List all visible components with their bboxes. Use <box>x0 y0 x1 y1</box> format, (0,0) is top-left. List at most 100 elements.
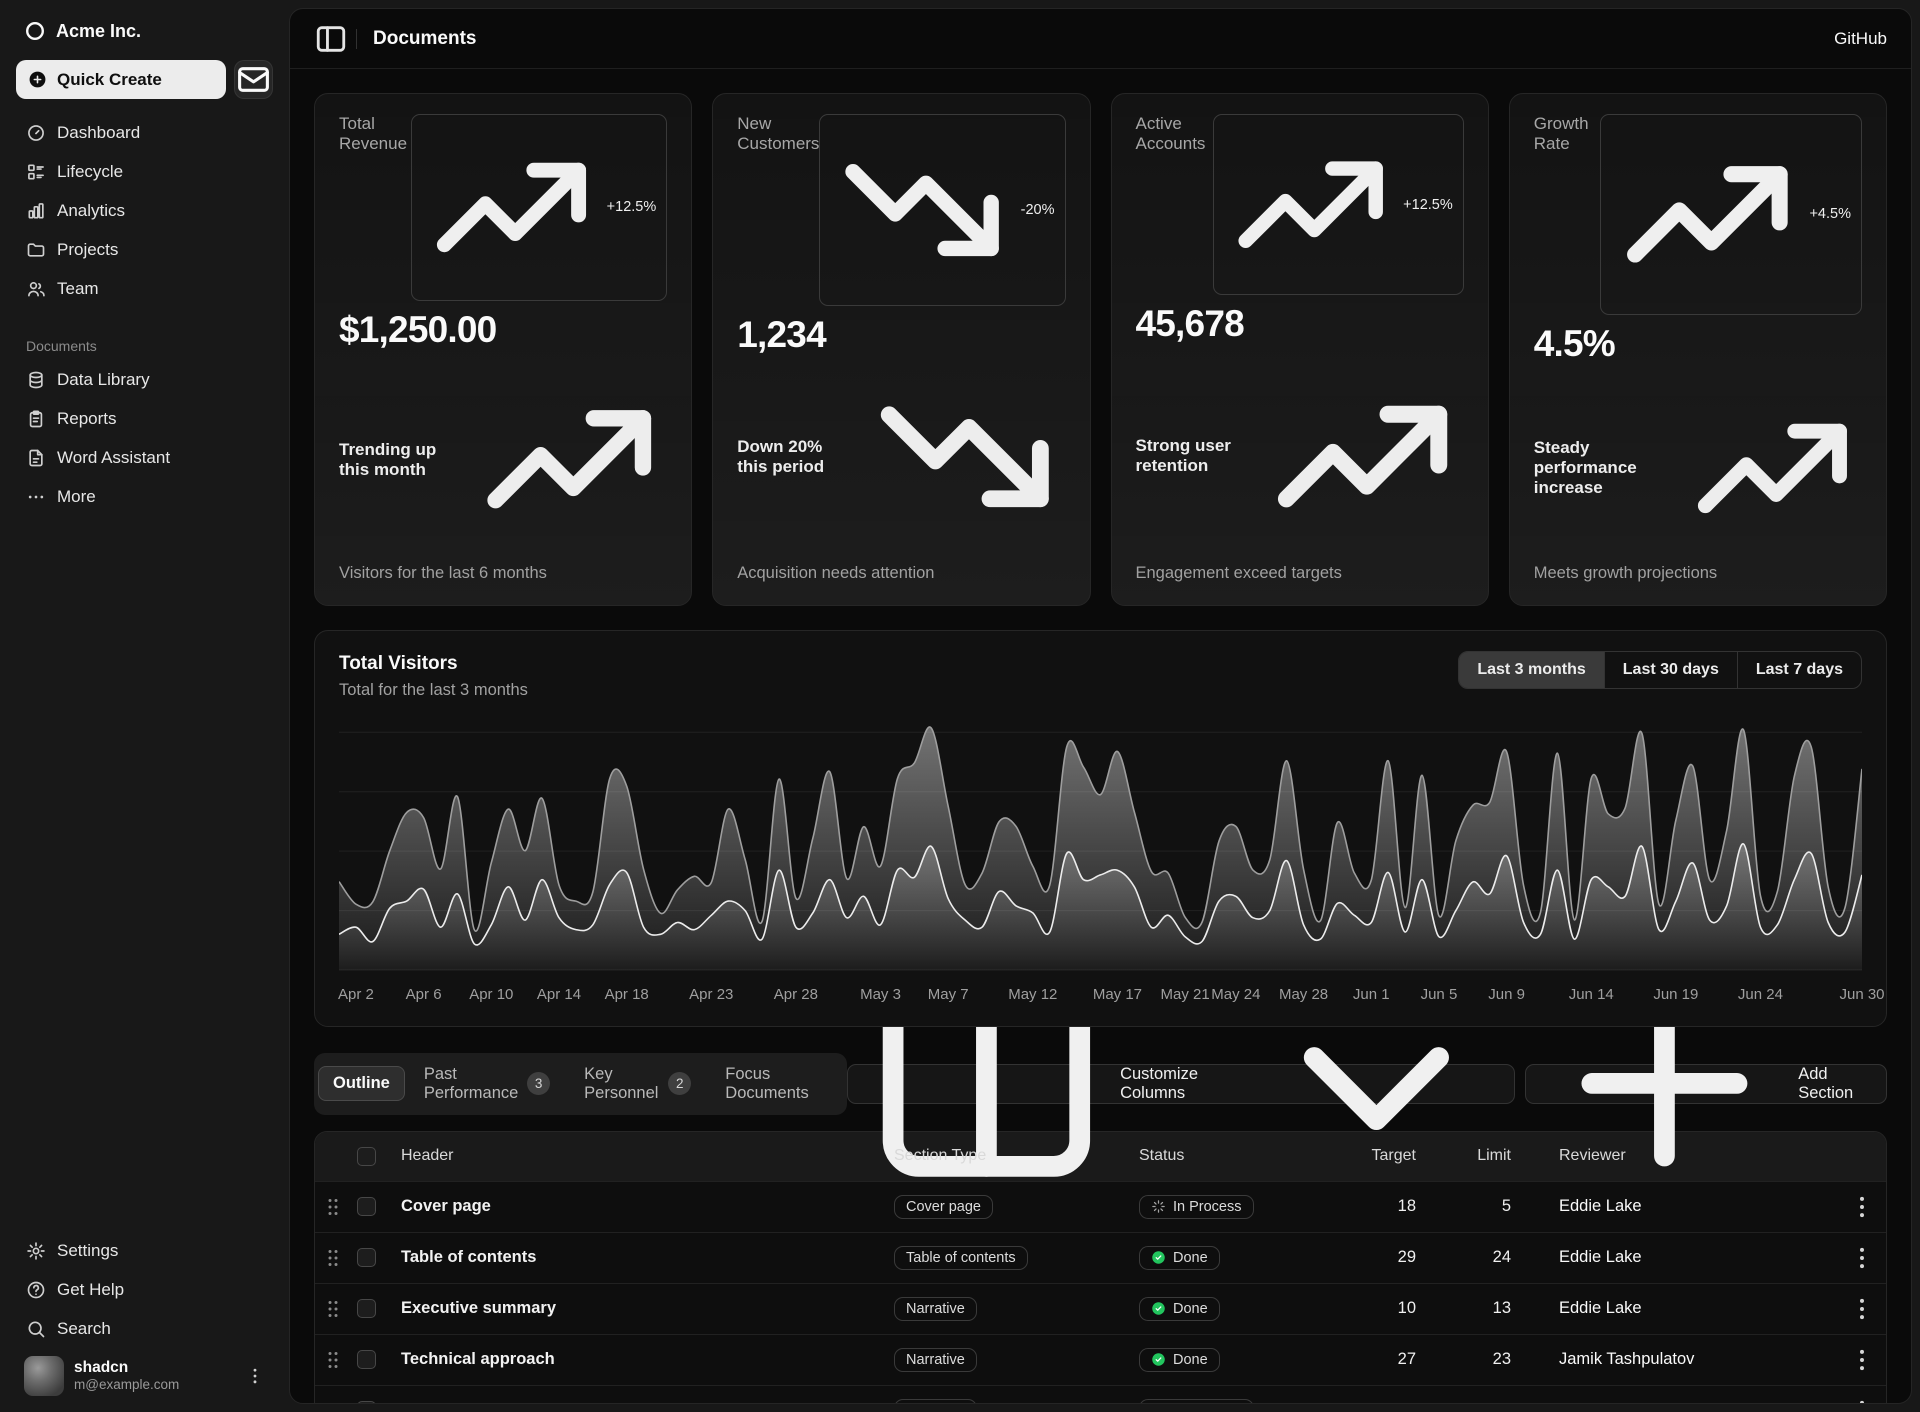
trend-up-icon <box>1261 355 1464 558</box>
row-header-link[interactable]: Executive summary <box>395 1299 888 1318</box>
row-header-link[interactable]: Technical approach <box>395 1350 888 1369</box>
tab-past-performance[interactable]: Past Performance3 <box>409 1057 565 1111</box>
limit-value[interactable]: 5 <box>1458 1197 1553 1216</box>
row-checkbox[interactable] <box>357 1197 376 1216</box>
reviewer-name: Eddie Lake <box>1559 1299 1642 1318</box>
area-chart: Apr 2Apr 6Apr 10Apr 14Apr 18Apr 23Apr 28… <box>339 718 1862 1012</box>
row-header-link[interactable]: Design <box>395 1401 888 1403</box>
select-all-checkbox[interactable] <box>357 1147 376 1166</box>
x-tick: May 12 <box>1008 986 1057 1003</box>
customize-columns-button[interactable]: Customize Columns <box>847 1064 1515 1104</box>
column-header-target: Target <box>1348 1147 1458 1165</box>
sidebar-item-team[interactable]: Team <box>16 269 273 308</box>
reviewer-name: Jamik Tashpulatov <box>1559 1350 1694 1369</box>
dashboard-icon <box>26 123 46 143</box>
stat-card-label: New Customers <box>737 114 819 154</box>
tab-key-personnel[interactable]: Key Personnel2 <box>569 1057 706 1111</box>
x-tick: May 21 <box>1161 986 1210 1003</box>
dots-vertical-icon[interactable] <box>245 1366 265 1386</box>
check-circle-icon <box>1151 1352 1166 1367</box>
row-header-link[interactable]: Cover page <box>395 1197 888 1216</box>
sidebar-item-word-assistant[interactable]: Word Assistant <box>16 438 273 477</box>
target-value[interactable]: 10 <box>1348 1299 1458 1318</box>
x-axis-ticks: Apr 2Apr 6Apr 10Apr 14Apr 18Apr 23Apr 28… <box>339 986 1862 1012</box>
reviewer-name: Eddie Lake <box>1559 1197 1642 1216</box>
limit-value[interactable]: 16 <box>1458 1401 1553 1403</box>
x-tick: Jun 1 <box>1353 986 1390 1003</box>
page-title: Documents <box>373 28 476 50</box>
user-menu[interactable]: shadcn m@example.com <box>16 1348 273 1396</box>
table-row: Executive summary Narrative Done 10 13 E… <box>315 1283 1886 1334</box>
row-checkbox[interactable] <box>357 1248 376 1267</box>
github-link[interactable]: GitHub <box>1834 29 1887 49</box>
dots-vertical-icon <box>1848 1397 1876 1403</box>
target-value[interactable]: 18 <box>1348 1197 1458 1216</box>
drag-handle-icon[interactable] <box>315 1246 351 1270</box>
add-section-button[interactable]: Add Section <box>1525 1064 1887 1104</box>
row-checkbox[interactable] <box>357 1401 376 1403</box>
inbox-button[interactable] <box>234 60 273 99</box>
target-value[interactable]: 27 <box>1348 1350 1458 1369</box>
row-menu-button[interactable] <box>1848 1346 1876 1374</box>
table-row: Table of contents Table of contents Done… <box>315 1232 1886 1283</box>
stat-card-description: Acquisition needs attention <box>737 564 1065 583</box>
row-menu-button[interactable] <box>1848 1193 1876 1221</box>
stat-card-description: Engagement exceed targets <box>1136 564 1464 583</box>
help-icon <box>26 1280 46 1300</box>
quick-create-button[interactable]: Quick Create <box>16 60 226 99</box>
sidebar-item-settings[interactable]: Settings <box>16 1231 273 1270</box>
stat-card-value: 1,234 <box>737 314 1065 356</box>
row-checkbox[interactable] <box>357 1350 376 1369</box>
stat-card-active-accounts: Active Accounts +12.5% 45,678 Strong use… <box>1111 93 1489 606</box>
row-menu-button[interactable] <box>1848 1244 1876 1272</box>
dots-vertical-icon <box>1848 1244 1876 1272</box>
stat-card-label: Total Revenue <box>339 114 411 154</box>
limit-value[interactable]: 13 <box>1458 1299 1553 1318</box>
drag-handle-icon[interactable] <box>315 1399 351 1403</box>
sidebar-item-lifecycle[interactable]: Lifecycle <box>16 152 273 191</box>
reviewer-name: Eddie Lake <box>1559 1248 1642 1267</box>
trend-down-icon <box>830 118 1014 302</box>
limit-value[interactable]: 23 <box>1458 1350 1553 1369</box>
sidebar-item-projects[interactable]: Projects <box>16 230 273 269</box>
sidebar-toggle-button[interactable] <box>314 22 348 56</box>
org-switcher[interactable]: Acme Inc. <box>16 12 273 50</box>
range-last-3-months[interactable]: Last 3 months <box>1459 652 1603 688</box>
row-header-link[interactable]: Table of contents <box>395 1248 888 1267</box>
drag-handle-icon[interactable] <box>315 1348 351 1372</box>
x-tick: Apr 2 <box>338 986 374 1003</box>
drag-handle-icon[interactable] <box>315 1195 351 1219</box>
target-value[interactable]: 2 <box>1348 1401 1458 1403</box>
x-tick: Jun 9 <box>1488 986 1525 1003</box>
sidebar-item-more[interactable]: More <box>16 477 273 516</box>
status-badge: In Process <box>1139 1195 1254 1219</box>
tab-outline[interactable]: Outline <box>318 1066 405 1101</box>
sidebar-main-nav: Dashboard Lifecycle Analytics Projects T… <box>16 113 273 308</box>
range-last-7-days[interactable]: Last 7 days <box>1737 652 1861 688</box>
row-menu-button[interactable] <box>1848 1295 1876 1323</box>
check-circle-icon <box>1151 1250 1166 1265</box>
sidebar-item-dashboard[interactable]: Dashboard <box>16 113 273 152</box>
limit-value[interactable]: 24 <box>1458 1248 1553 1267</box>
row-checkbox[interactable] <box>357 1299 376 1318</box>
tab-count-badge: 3 <box>527 1072 550 1095</box>
target-value[interactable]: 29 <box>1348 1248 1458 1267</box>
range-last-30-days[interactable]: Last 30 days <box>1604 652 1737 688</box>
trend-badge: -20% <box>819 114 1065 306</box>
x-tick: Jun 24 <box>1738 986 1783 1003</box>
divider <box>356 29 357 49</box>
stat-cards: Total Revenue +12.5% $1,250.00 Trending … <box>314 93 1887 606</box>
sidebar-footer-nav: Settings Get Help Search <box>16 1231 273 1348</box>
sidebar-item-data-library[interactable]: Data Library <box>16 360 273 399</box>
loader-icon <box>1151 1199 1166 1214</box>
sidebar-item-search[interactable]: Search <box>16 1309 273 1348</box>
sidebar-item-get-help[interactable]: Get Help <box>16 1270 273 1309</box>
sidebar-item-analytics[interactable]: Analytics <box>16 191 273 230</box>
x-tick: Jun 5 <box>1421 986 1458 1003</box>
trend-badge: +4.5% <box>1600 114 1862 315</box>
row-menu-button[interactable] <box>1848 1397 1876 1403</box>
sidebar-item-reports[interactable]: Reports <box>16 399 273 438</box>
drag-handle-icon[interactable] <box>315 1297 351 1321</box>
x-tick: May 17 <box>1093 986 1142 1003</box>
tab-focus-documents[interactable]: Focus Documents <box>710 1057 843 1111</box>
